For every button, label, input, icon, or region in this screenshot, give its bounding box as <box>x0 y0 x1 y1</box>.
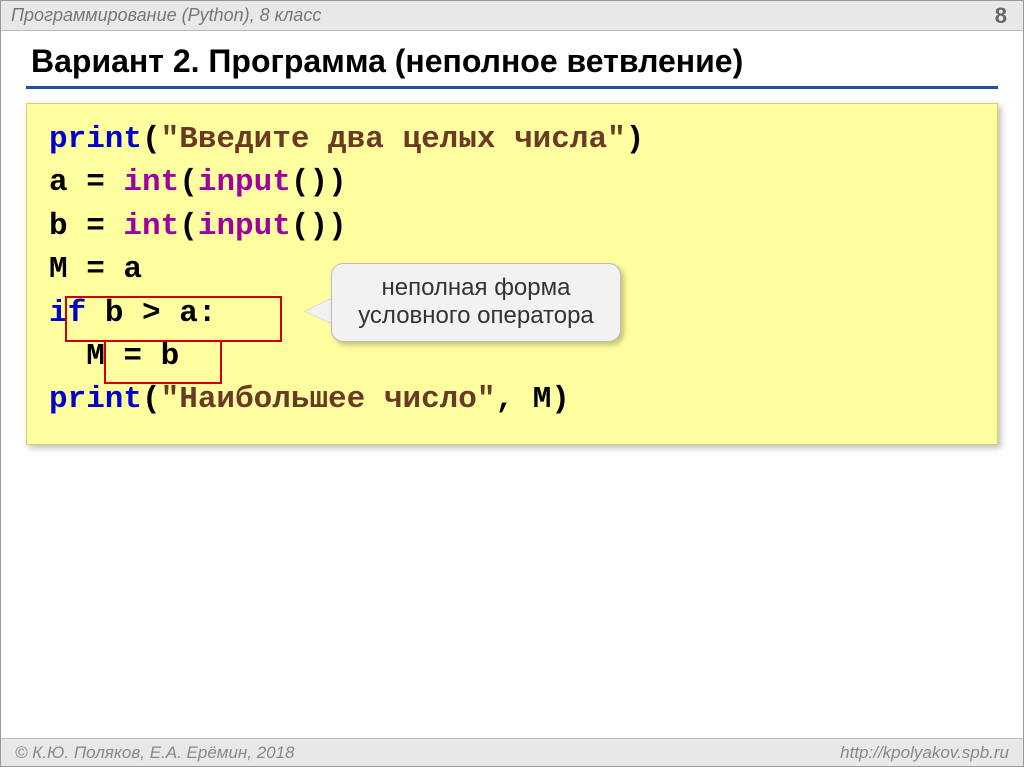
print-keyword: print <box>49 382 142 417</box>
string-literal: "Введите два целых числа" <box>161 122 626 157</box>
code-line-7: print("Наибольшее число", M) <box>49 378 975 421</box>
int-fn: int <box>123 165 179 200</box>
page-number: 8 <box>995 3 1013 29</box>
assign-b: b = <box>49 209 123 244</box>
paren-l: ( <box>142 382 161 417</box>
assign-a: a = <box>49 165 123 200</box>
slide-title: Вариант 2. Программа (неполное ветвление… <box>1 31 1023 86</box>
string-literal: "Наибольшее число" <box>161 382 496 417</box>
input-fn: input <box>198 209 291 244</box>
course-label: Программирование (Python), 8 класс <box>11 5 321 26</box>
code-line-3: b = int(input()) <box>49 205 975 248</box>
rest: , M) <box>495 382 569 417</box>
condition: b > a: <box>86 296 216 331</box>
header-bar: Программирование (Python), 8 класс 8 <box>1 1 1023 31</box>
paren-close: ()) <box>291 165 347 200</box>
footer-url: http://kpolyakov.spb.ru <box>840 743 1009 763</box>
slide: Программирование (Python), 8 класс 8 Вар… <box>0 0 1024 767</box>
code-line-2: a = int(input()) <box>49 161 975 204</box>
paren: ( <box>179 165 198 200</box>
paren: ( <box>179 209 198 244</box>
callout-box: неполная форма условного оператора <box>331 263 621 342</box>
paren-r: ) <box>626 122 645 157</box>
copyright: © К.Ю. Поляков, Е.А. Ерёмин, 2018 <box>15 743 295 763</box>
code-line-1: print("Введите два целых числа") <box>49 118 975 161</box>
print-keyword: print <box>49 122 142 157</box>
paren-l: ( <box>142 122 161 157</box>
int-fn: int <box>123 209 179 244</box>
footer-bar: © К.Ю. Поляков, Е.А. Ерёмин, 2018 http:/… <box>1 738 1023 766</box>
input-fn: input <box>198 165 291 200</box>
if-keyword: if <box>49 296 86 331</box>
title-underline <box>26 86 998 89</box>
paren-close: ()) <box>291 209 347 244</box>
